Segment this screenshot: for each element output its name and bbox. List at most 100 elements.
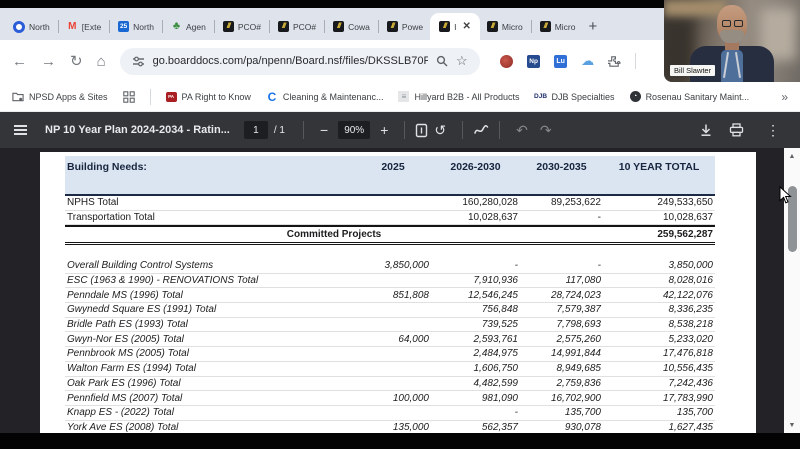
mouse-cursor bbox=[779, 186, 792, 205]
zoom-out-button[interactable]: − bbox=[320, 123, 328, 137]
column-header-2026-2030: 2026-2030 bbox=[450, 161, 501, 173]
tab-label: Micro bbox=[501, 21, 523, 32]
value-2026-2030: - bbox=[514, 407, 518, 419]
tab-micro-1[interactable]: /// Micro bbox=[480, 13, 530, 40]
toolbar-divider bbox=[303, 121, 304, 139]
undo-icon[interactable]: ↶ bbox=[516, 123, 528, 137]
column-header-2030-2035: 2030-2035 bbox=[536, 161, 587, 173]
zoom-in-button[interactable]: + bbox=[380, 123, 388, 137]
value-10-year-total: 3,850,000 bbox=[668, 260, 714, 272]
rotate-icon[interactable]: ↺ bbox=[434, 123, 446, 137]
search-icon[interactable] bbox=[436, 55, 448, 67]
print-icon[interactable] bbox=[729, 123, 744, 137]
np-extension-icon[interactable]: Np bbox=[527, 54, 541, 68]
project-name: Penndale MS (1996) Total bbox=[67, 289, 183, 301]
bookmark-star-icon[interactable]: ☆ bbox=[456, 53, 468, 69]
menu-icon[interactable] bbox=[14, 124, 27, 136]
value-2030-2035: 930,078 bbox=[564, 421, 601, 433]
tab-separator bbox=[377, 20, 379, 33]
fit-page-icon[interactable] bbox=[415, 123, 428, 138]
tab-cowa[interactable]: /// Cowa bbox=[326, 13, 377, 40]
project-name: Overall Building Control Systems bbox=[67, 260, 214, 272]
scroll-up-arrow-icon[interactable]: ▲ bbox=[784, 150, 800, 162]
project-row: Bridle Path ES (1993) Total 739,525 7,79… bbox=[65, 318, 715, 333]
red-extension-icon[interactable] bbox=[500, 54, 514, 68]
bookmark-label: Cleaning & Maintenanc... bbox=[282, 91, 384, 102]
new-tab-button[interactable]: + bbox=[588, 18, 597, 35]
value-2026-2030: 562,357 bbox=[481, 421, 518, 433]
bookmark-pa-right-to-know[interactable]: PA PA Right to Know bbox=[165, 91, 251, 102]
tab-label: [Exte bbox=[81, 21, 102, 32]
forward-icon[interactable]: → bbox=[41, 54, 56, 69]
url-text[interactable]: go.boarddocs.com/pa/npenn/Board.nsf/file… bbox=[153, 55, 428, 67]
bookmark-npsd-apps[interactable]: NPSD Apps & Sites bbox=[12, 91, 108, 103]
toolbar-divider bbox=[404, 121, 406, 139]
tab-label: I bbox=[454, 21, 457, 32]
site-settings-tune-icon[interactable] bbox=[132, 55, 145, 68]
tab-gmail[interactable]: M [Exte bbox=[60, 13, 108, 40]
value-2025: 100,000 bbox=[392, 392, 429, 404]
boarddocs-icon: /// bbox=[333, 21, 345, 32]
tab-power[interactable]: /// Powe bbox=[380, 13, 430, 40]
tab-north-1[interactable]: North bbox=[6, 13, 57, 40]
tab-micro-2[interactable]: /// Micro bbox=[533, 13, 583, 40]
committed-projects-row: Committed Projects 259,562,287 bbox=[65, 225, 715, 245]
project-name: Pennbrook MS (2005) Total bbox=[67, 348, 189, 360]
bookmark-djb-specialties[interactable]: DJB DJB Specialties bbox=[534, 91, 615, 103]
tab-close-icon[interactable]: ✕ bbox=[463, 21, 471, 32]
calendar-icon: 25 bbox=[118, 21, 130, 32]
row-label: NPHS Total bbox=[67, 197, 119, 209]
apps-grid-icon[interactable] bbox=[122, 90, 135, 103]
bookmark-hillyard[interactable]: ≡ Hillyard B2B - All Products bbox=[398, 91, 520, 102]
pdf-document-title: NP 10 Year Plan 2024-2034 - Ratin... bbox=[45, 124, 230, 136]
bookmark-cleaning-maintenance[interactable]: C Cleaning & Maintenanc... bbox=[266, 90, 384, 104]
blue-extension-icon[interactable]: Lu bbox=[554, 54, 568, 68]
more-options-icon[interactable]: ⋮ bbox=[766, 123, 780, 137]
annotate-pen-icon[interactable] bbox=[473, 123, 489, 137]
value-2030-2035: 135,700 bbox=[564, 407, 601, 419]
project-name: Oak Park ES (1996) Total bbox=[67, 377, 181, 389]
tab-north-2[interactable]: 25 North bbox=[111, 13, 161, 40]
value-2026-2030: 4,482,599 bbox=[473, 377, 519, 389]
tab-agenda[interactable]: ♣ Agen bbox=[164, 13, 213, 40]
north-penn-icon bbox=[13, 20, 25, 33]
row-label: Transportation Total bbox=[67, 211, 155, 223]
value-10-year-total: 7,242,436 bbox=[668, 377, 714, 389]
extensions-puzzle-icon[interactable] bbox=[608, 54, 622, 68]
project-row: Walton Farm ES (1994) Total 1,606,750 8,… bbox=[65, 362, 715, 377]
tab-active-boarddocs[interactable]: /// I ✕ bbox=[430, 13, 480, 40]
tab-pco-1[interactable]: /// PCO# bbox=[216, 13, 268, 40]
rosenau-icon: ◔ bbox=[629, 91, 641, 102]
scroll-down-arrow-icon[interactable]: ▼ bbox=[784, 419, 800, 431]
reload-icon[interactable]: ↻ bbox=[70, 54, 83, 69]
tab-separator bbox=[268, 20, 270, 33]
value-2025: 64,000 bbox=[398, 333, 429, 345]
redo-icon[interactable]: ↷ bbox=[540, 123, 552, 137]
boarddocs-icon: /// bbox=[439, 21, 451, 32]
download-icon[interactable] bbox=[699, 123, 713, 137]
pdf-page: Building Needs: 2025 2026-2030 2030-2035… bbox=[40, 152, 756, 449]
value-2030-2035: 16,702,900 bbox=[550, 392, 601, 404]
project-name: York Ave ES (2008) Total bbox=[67, 421, 179, 433]
pdf-toolbar: NP 10 Year Plan 2024-2034 - Ratin... 1 /… bbox=[0, 112, 800, 148]
bookmark-rosenau[interactable]: ◔ Rosenau Sanitary Maint... bbox=[629, 91, 749, 102]
boarddocs-icon: /// bbox=[222, 21, 234, 32]
bookmarks-overflow-chevron[interactable]: » bbox=[781, 90, 788, 104]
value-2025: 135,000 bbox=[392, 421, 429, 433]
cloud-extension-icon[interactable]: ☁ bbox=[581, 53, 595, 68]
bookmark-label: Hillyard B2B - All Products bbox=[414, 91, 520, 102]
value-2030-2035: 14,991,844 bbox=[550, 348, 601, 360]
tab-pco-2[interactable]: /// PCO# bbox=[271, 13, 323, 40]
summary-row: NPHS Total 160,280,028 89,253,622 249,53… bbox=[65, 196, 715, 211]
zoom-level-input[interactable]: 90% bbox=[338, 121, 371, 139]
boarddocs-icon: /// bbox=[386, 21, 398, 32]
webcam-overlay: Bill Slawter bbox=[664, 0, 800, 82]
project-row: Overall Building Control Systems 3,850,0… bbox=[65, 259, 715, 274]
page-number-input[interactable]: 1 bbox=[243, 121, 268, 139]
back-icon[interactable]: ← bbox=[12, 54, 27, 69]
value-2030-2035: 7,579,387 bbox=[556, 304, 602, 316]
column-header-2025: 2025 bbox=[381, 161, 405, 173]
home-icon[interactable]: ⌂ bbox=[97, 54, 106, 69]
omnibox[interactable]: go.boarddocs.com/pa/npenn/Board.nsf/file… bbox=[119, 47, 480, 75]
table-header-row: Building Needs: 2025 2026-2030 2030-2035… bbox=[65, 156, 715, 196]
